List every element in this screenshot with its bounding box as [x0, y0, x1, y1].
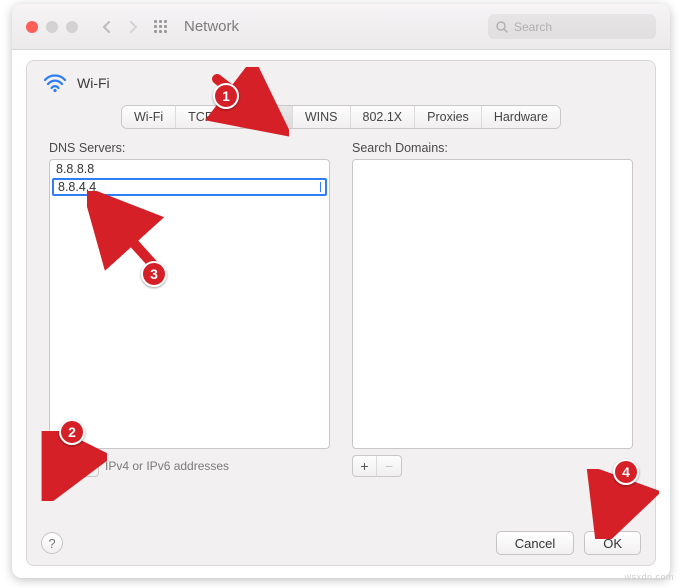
domains-label: Search Domains: — [352, 141, 633, 155]
cancel-button[interactable]: Cancel — [496, 531, 574, 555]
search-icon — [496, 21, 508, 33]
sheet-header: Wi-Fi — [27, 61, 655, 99]
close-window-button[interactable] — [26, 21, 38, 33]
prefs-window: Network Search Wi-Fi Wi-Fi TCP/IP DNS WI… — [12, 4, 670, 578]
dns-column: DNS Servers: 8.8.8.8 8.8.4.4 + − IPv4 or… — [49, 141, 330, 477]
tab-hardware[interactable]: Hardware — [482, 106, 560, 128]
annotation-badge-2: 2 — [59, 419, 85, 445]
annotation-badge-4: 4 — [613, 459, 639, 485]
advanced-sheet: Wi-Fi Wi-Fi TCP/IP DNS WINS 802.1X Proxi… — [26, 60, 656, 566]
window-title: Network — [184, 18, 239, 35]
dns-remove-button[interactable]: − — [74, 456, 98, 476]
sheet-footer: ? Cancel OK — [41, 531, 641, 555]
lists-area: DNS Servers: 8.8.8.8 8.8.4.4 + − IPv4 or… — [27, 129, 655, 477]
search-field[interactable]: Search — [488, 14, 656, 39]
domains-add-button[interactable]: + — [353, 456, 377, 476]
dns-add-button[interactable]: + — [50, 456, 74, 476]
dns-hint: IPv4 or IPv6 addresses — [105, 459, 229, 473]
domains-listbox[interactable] — [352, 159, 633, 449]
minimize-window-button[interactable] — [46, 21, 58, 33]
search-placeholder: Search — [514, 20, 552, 34]
all-prefs-icon[interactable] — [154, 20, 168, 34]
tab-bar: Wi-Fi TCP/IP DNS WINS 802.1X Proxies Har… — [121, 105, 561, 129]
wifi-icon — [43, 73, 67, 93]
domains-remove-button[interactable]: − — [377, 456, 401, 476]
back-button[interactable] — [96, 16, 118, 38]
dns-row-editing[interactable]: 8.8.4.4 — [52, 178, 327, 196]
domains-column: Search Domains: + − — [352, 141, 633, 477]
tab-wins[interactable]: WINS — [293, 106, 351, 128]
dns-label: DNS Servers: — [49, 141, 330, 155]
dns-row[interactable]: 8.8.8.8 — [50, 160, 329, 178]
tab-proxies[interactable]: Proxies — [415, 106, 482, 128]
forward-button[interactable] — [122, 16, 144, 38]
dns-underbar: + − IPv4 or IPv6 addresses — [49, 455, 330, 477]
interface-name: Wi-Fi — [77, 75, 110, 91]
domains-add-remove: + − — [352, 455, 402, 477]
ok-button[interactable]: OK — [584, 531, 641, 555]
watermark: wsxdn.com — [624, 572, 674, 582]
tab-8021x[interactable]: 802.1X — [351, 106, 416, 128]
titlebar: Network Search — [12, 4, 670, 50]
annotation-badge-1: 1 — [213, 83, 239, 109]
dns-add-remove: + − — [49, 455, 99, 477]
annotation-badge-3: 3 — [141, 261, 167, 287]
help-button[interactable]: ? — [41, 532, 63, 554]
tab-dns[interactable]: DNS — [241, 106, 292, 128]
window-controls — [26, 21, 78, 33]
tab-wifi[interactable]: Wi-Fi — [122, 106, 176, 128]
dns-listbox[interactable]: 8.8.8.8 8.8.4.4 — [49, 159, 330, 449]
zoom-window-button[interactable] — [66, 21, 78, 33]
tab-tcpip[interactable]: TCP/IP — [176, 106, 241, 128]
domains-underbar: + − — [352, 455, 633, 477]
